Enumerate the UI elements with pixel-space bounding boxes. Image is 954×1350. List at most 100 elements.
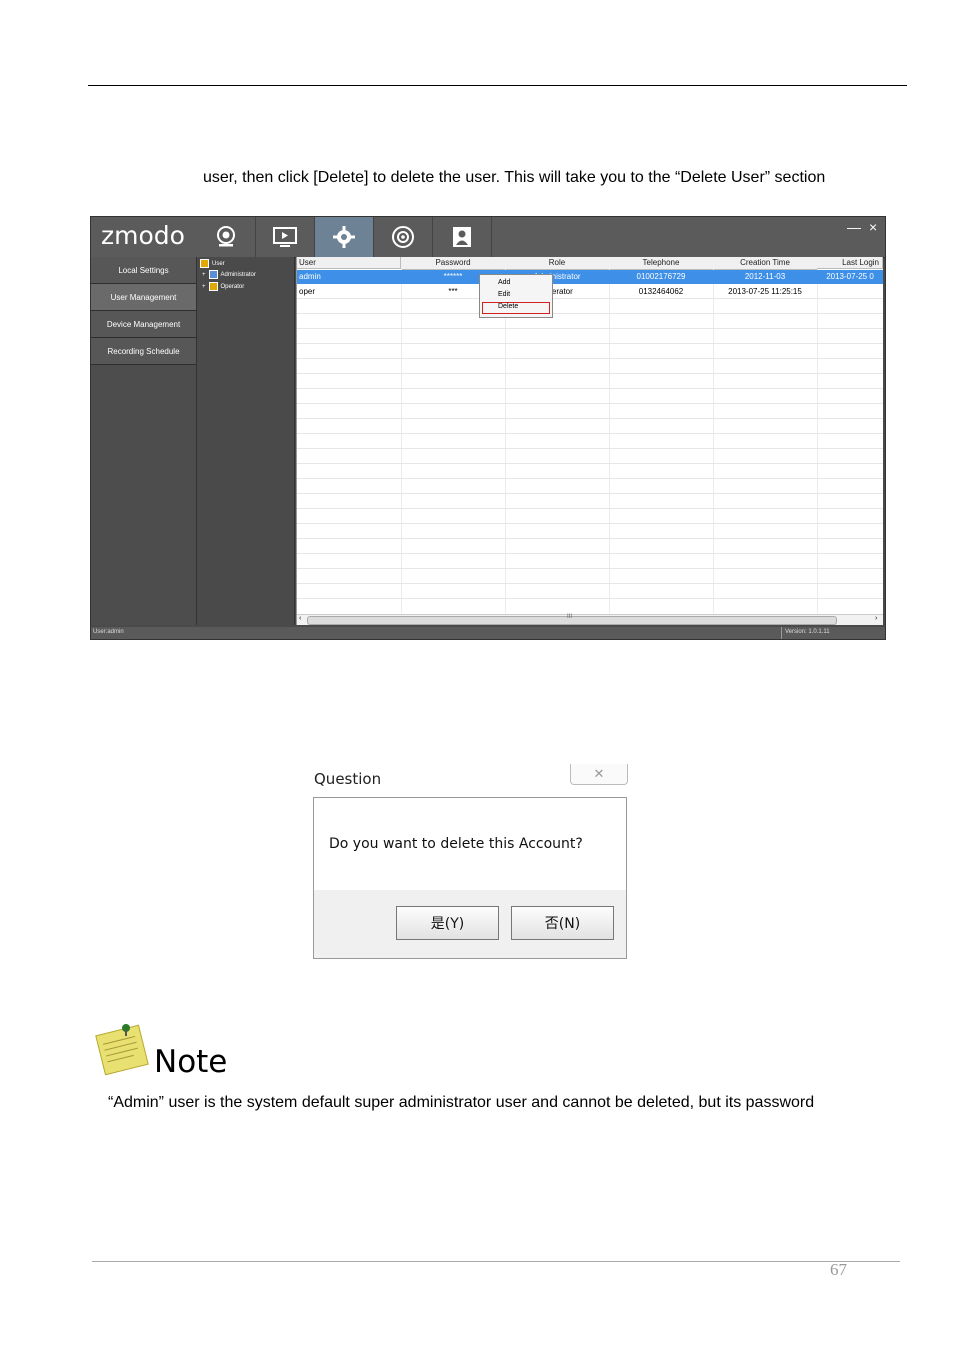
settings-sidebar: Local Settings User Management Device Ma… (91, 257, 197, 625)
scroll-right-arrow-icon[interactable]: › (875, 615, 877, 622)
window-minimize-button[interactable]: — (847, 219, 861, 235)
operator-icon (208, 282, 218, 291)
dialog-body: Do you want to delete this Account? 是(Y)… (313, 797, 627, 959)
context-menu-edit[interactable]: Edit (498, 291, 510, 298)
toolbar-ptz-button[interactable] (374, 217, 433, 257)
cell-user: oper (299, 287, 316, 296)
row-divider (297, 598, 883, 599)
tree-node-label: Operator (220, 283, 245, 290)
user-table: User Password Role Telephone Creation Ti… (296, 257, 883, 625)
tree-node-operator[interactable]: + Operator (202, 282, 244, 291)
row-divider (297, 433, 883, 434)
row-divider (297, 328, 883, 329)
app-window: zmodo — × Local Settings User Management… (90, 216, 886, 640)
settings-gear-icon (333, 226, 355, 248)
row-divider (297, 373, 883, 374)
row-divider (297, 508, 883, 509)
column-header-telephone[interactable]: Telephone (609, 257, 714, 270)
page-number: 67 (830, 1260, 847, 1279)
tree-node-label: Administrator (220, 271, 256, 278)
row-divider (297, 313, 883, 314)
column-divider (505, 269, 506, 614)
header-rule (88, 85, 907, 86)
intro-paragraph: user, then click [Delete] to delete the … (203, 169, 826, 186)
scroll-left-arrow-icon[interactable]: ‹ (299, 615, 301, 622)
row-divider (297, 343, 883, 344)
yes-button[interactable]: 是(Y) (396, 906, 499, 940)
tree-node-administrator[interactable]: + Administrator (202, 270, 256, 279)
sidebar-item-user-management[interactable]: User Management (91, 284, 196, 311)
toolbar-user-button[interactable] (433, 217, 492, 257)
row-divider (297, 583, 883, 584)
toolbar-settings-button[interactable] (315, 217, 374, 257)
row-divider (297, 403, 883, 404)
cell-creation-time: 2012-11-03 (744, 272, 786, 281)
administrator-icon (208, 270, 218, 279)
row-divider (297, 523, 883, 524)
column-header-creation-time[interactable]: Creation Time (713, 257, 818, 270)
row-divider (297, 478, 883, 479)
row-divider (297, 448, 883, 449)
user-group-icon (200, 259, 209, 268)
expand-plus-icon: + (202, 283, 206, 290)
row-divider (297, 463, 883, 464)
dialog-close-button[interactable]: ✕ (570, 764, 628, 785)
no-button[interactable]: 否(N) (511, 906, 614, 940)
toolbar-live-view-button[interactable] (197, 217, 256, 257)
status-divider (781, 627, 782, 639)
dialog-button-bar: 是(Y) 否(N) (314, 890, 626, 958)
column-divider (401, 269, 402, 614)
question-dialog: Question ✕ Do you want to delete this Ac… (309, 764, 633, 966)
cell-last-login: 2013-07-25 0 (826, 272, 874, 281)
cell-user: admin (299, 272, 321, 281)
row-divider (297, 358, 883, 359)
sticky-note-icon (95, 1024, 149, 1076)
dialog-title: Question (314, 770, 382, 788)
user-account-icon (453, 227, 471, 247)
tree-node-user[interactable]: User (200, 259, 225, 268)
column-divider (713, 269, 714, 614)
row-divider (297, 568, 883, 569)
window-close-button[interactable]: × (869, 219, 877, 235)
sidebar-item-recording-schedule[interactable]: Recording Schedule (91, 338, 196, 365)
column-header-role[interactable]: Role (505, 257, 610, 270)
camera-icon (217, 226, 235, 247)
note-paragraph: “Admin” user is the system default super… (108, 1094, 815, 1111)
context-menu-add[interactable]: Add (498, 279, 510, 286)
sidebar-item-device-management[interactable]: Device Management (91, 311, 196, 338)
tree-node-label: User (212, 260, 225, 267)
row-divider (297, 553, 883, 554)
row-divider (297, 388, 883, 389)
cell-last-login (817, 285, 883, 299)
cell-telephone: 01002176729 (636, 272, 686, 281)
status-bar: User:admin Version: 1.0.1.11 (91, 627, 885, 639)
cell-telephone: 0132464062 (638, 287, 684, 296)
toolbar-playback-button[interactable] (256, 217, 315, 257)
top-toolbar: zmodo — × (91, 217, 885, 258)
context-menu-delete[interactable]: Delete (498, 303, 518, 310)
column-header-password[interactable]: Password (401, 257, 506, 270)
scroll-grip: III (567, 614, 573, 620)
column-header-user[interactable]: User (297, 257, 401, 269)
status-version: Version: 1.0.1.11 (785, 629, 830, 635)
sidebar-item-local-settings[interactable]: Local Settings (91, 257, 196, 284)
column-divider (609, 269, 610, 614)
horizontal-scrollbar[interactable]: ‹ III › (297, 614, 883, 625)
zmodo-logo: zmodo (101, 221, 185, 250)
column-divider (817, 269, 818, 614)
cell-creation-time: 2013-07-25 11:25:15 (728, 287, 802, 296)
column-header-last-login[interactable]: Last Login (817, 257, 883, 269)
playback-monitor-icon (273, 227, 297, 247)
ptz-icon (392, 226, 414, 248)
dialog-message: Do you want to delete this Account? (329, 836, 583, 852)
user-tree: User + Administrator + Operator (197, 257, 295, 625)
note-heading: Note (154, 1044, 228, 1080)
status-user: User:admin (93, 629, 124, 635)
footer-rule (92, 1261, 900, 1262)
context-menu: Add Edit Delete (479, 274, 553, 318)
close-icon: ✕ (593, 766, 605, 781)
expand-plus-icon: + (202, 271, 206, 278)
row-divider (297, 418, 883, 419)
row-divider (297, 538, 883, 539)
row-divider (297, 493, 883, 494)
